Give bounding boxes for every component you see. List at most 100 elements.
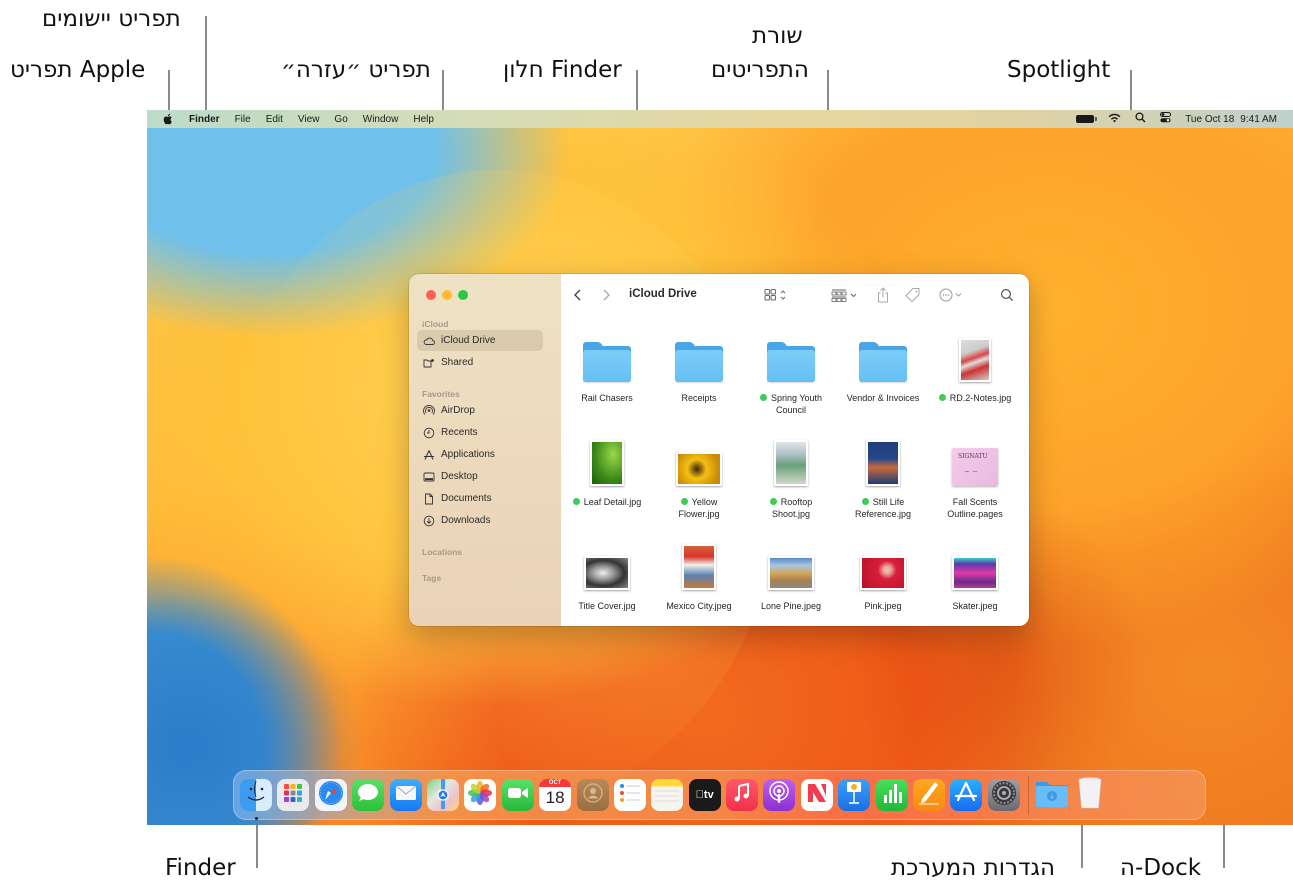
dock-app-app-store[interactable] [950, 779, 983, 811]
calendar-icon: OCT 18 [539, 779, 572, 809]
file-item[interactable]: SIGNATU ~ ~ Fall Scents Outline.pages [929, 432, 1021, 520]
dock-app-news[interactable] [800, 779, 833, 811]
apple-logo-icon[interactable] [161, 112, 175, 126]
dock-stack-downloads[interactable] [1036, 779, 1069, 811]
callout-menu-bar-line1: שורת [752, 23, 803, 49]
file-item[interactable]: Leaf Detail.jpg [561, 432, 653, 508]
control-center-icon[interactable] [1160, 112, 1172, 126]
file-item[interactable]: Receipts [653, 328, 745, 404]
file-item[interactable]: Mexico City.jpeg [653, 536, 745, 612]
file-item[interactable]: Title Cover.jpg [561, 536, 653, 612]
facetime-icon [502, 779, 534, 811]
file-item[interactable]: Lone Pine.jpeg [745, 536, 837, 612]
folder-icon [859, 342, 907, 382]
group-icon[interactable] [831, 285, 861, 305]
messages-icon [352, 779, 384, 811]
dock-app-reminders[interactable] [613, 779, 646, 811]
apple-tv-icon: tv [696, 789, 714, 801]
dock-app-keynote[interactable] [838, 779, 871, 811]
sidebar-item-label: Documents [441, 493, 492, 504]
sidebar-item-applications[interactable]: Applications [417, 444, 543, 465]
file-item[interactable]: Skater.jpeg [929, 536, 1021, 612]
icon-view-icon[interactable] [764, 285, 790, 305]
callout-system-settings: הגדרות המערכת [891, 855, 1056, 881]
menu-view[interactable]: View [298, 114, 320, 125]
dock-app-mail[interactable] [389, 779, 422, 811]
dock-app-maps[interactable] [426, 779, 459, 811]
dock-app-facetime[interactable] [501, 779, 534, 811]
safari-icon [315, 779, 347, 811]
folder-icon [583, 342, 631, 382]
menu-finder[interactable]: Finder [189, 114, 220, 125]
sidebar-item-recents[interactable]: Recents [417, 422, 543, 443]
dock-app-tv[interactable]: tv [688, 779, 721, 811]
battery-icon[interactable] [1076, 115, 1098, 123]
dock-app-finder[interactable] [240, 779, 272, 811]
menubar-date[interactable]: Tue Oct 18 [1185, 114, 1234, 125]
more-actions-icon[interactable] [939, 285, 969, 305]
sidebar-item-shared[interactable]: Shared [417, 352, 543, 373]
sidebar-item-documents[interactable]: Documents [417, 488, 543, 509]
sidebar-item-icloud-drive[interactable]: iCloud Drive [417, 330, 543, 351]
dock: OCT 18 tv [233, 770, 1206, 820]
leader-app-menu [205, 16, 207, 111]
desktop-screen: Finder File Edit View Go Window Help Tue… [147, 110, 1293, 825]
dock-stack-trash[interactable] [1074, 776, 1106, 811]
file-item[interactable]: Spring Youth Council [745, 328, 837, 416]
sidebar-section-locations[interactable]: Locations [422, 547, 462, 557]
sidebar-item-downloads[interactable]: Downloads [417, 510, 543, 531]
menu-edit[interactable]: Edit [266, 114, 283, 125]
dock-app-safari[interactable] [314, 779, 347, 811]
share-icon[interactable] [876, 285, 890, 305]
sidebar-item-airdrop[interactable]: AirDrop [417, 400, 543, 421]
menu-file[interactable]: File [235, 114, 251, 125]
dock-app-contacts[interactable] [576, 779, 609, 811]
minimize-button[interactable] [442, 290, 452, 300]
sidebar-item-desktop[interactable]: Desktop [417, 466, 543, 487]
back-icon[interactable] [573, 285, 583, 305]
dock-app-podcasts[interactable] [763, 779, 796, 811]
dock-separator [1028, 776, 1030, 814]
file-item[interactable]: Yellow Flower.jpg [653, 432, 745, 520]
file-item[interactable]: Pink.jpeg [837, 536, 929, 612]
dock-app-notes[interactable] [651, 779, 684, 811]
forward-icon[interactable] [601, 285, 611, 305]
system-settings-icon [988, 779, 1020, 811]
search-icon[interactable] [1000, 285, 1014, 305]
sidebar-section-tags[interactable]: Tags [422, 573, 441, 583]
dock-app-calendar[interactable]: OCT 18 [539, 779, 572, 811]
image-thumbnail [676, 452, 722, 486]
tag-icon[interactable] [904, 285, 922, 305]
callout-finder-window: חלון Finder [503, 57, 622, 83]
tv-label: tv [699, 789, 714, 801]
menu-window[interactable]: Window [363, 114, 399, 125]
menu-go[interactable]: Go [334, 114, 347, 125]
dock-app-music[interactable] [726, 779, 759, 811]
leader-spotlight [1130, 70, 1132, 111]
file-item[interactable]: Rail Chasers [561, 328, 653, 404]
leader-help-menu [442, 70, 444, 111]
file-item[interactable]: Vendor & Invoices [837, 328, 929, 404]
music-icon [726, 779, 758, 811]
desktop-icon [423, 471, 435, 483]
dock-app-pages[interactable] [913, 779, 946, 811]
menubar-time[interactable]: 9:41 AM [1240, 114, 1277, 125]
image-thumbnail [590, 440, 624, 486]
file-name: Vendor & Invoices [846, 393, 920, 403]
close-button[interactable] [426, 290, 436, 300]
wifi-icon[interactable] [1108, 113, 1121, 126]
file-item[interactable]: Rooftop Shoot.jpg [745, 432, 837, 520]
dock-app-launchpad[interactable] [277, 779, 310, 811]
dock-app-numbers[interactable] [875, 779, 908, 811]
dock-app-system-settings[interactable] [987, 779, 1020, 811]
spotlight-search-icon[interactable] [1135, 112, 1146, 126]
file-name: Leaf Detail.jpg [583, 497, 642, 507]
file-item[interactable]: RD.2-Notes.jpg [929, 328, 1021, 404]
dock-app-messages[interactable] [352, 779, 385, 811]
launchpad-icon [277, 779, 309, 811]
zoom-button[interactable] [458, 290, 468, 300]
dock-app-photos[interactable] [464, 779, 497, 811]
file-name: Spring Youth Council [770, 393, 823, 415]
file-item[interactable]: Still Life Reference.jpg [837, 432, 929, 520]
menu-help[interactable]: Help [413, 114, 434, 125]
